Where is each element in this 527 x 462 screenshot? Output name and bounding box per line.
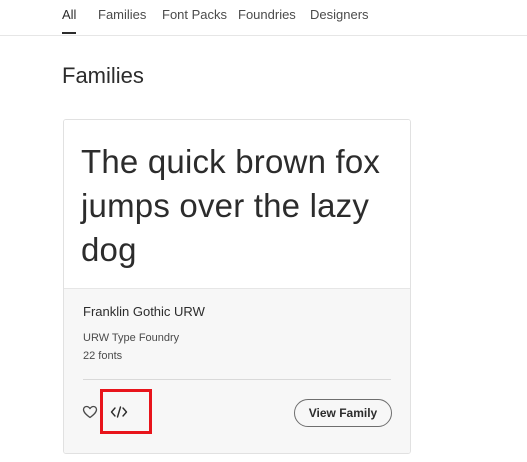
- active-tab-indicator: [62, 32, 76, 34]
- tab-foundries[interactable]: Foundries: [238, 7, 296, 22]
- tab-families[interactable]: Families: [98, 7, 146, 22]
- preview-sample-text: The quick brown fox jumps over the lazy …: [81, 143, 381, 268]
- font-preview[interactable]: The quick brown fox jumps over the lazy …: [64, 120, 410, 288]
- font-count: 22 fonts: [83, 350, 123, 362]
- view-family-button[interactable]: View Family: [294, 399, 392, 427]
- family-info: Franklin Gothic URW URW Type Foundry 22 …: [64, 288, 410, 453]
- family-name[interactable]: Franklin Gothic URW: [83, 304, 205, 319]
- tab-designers[interactable]: Designers: [310, 7, 369, 22]
- divider: [83, 379, 391, 380]
- heart-icon[interactable]: [82, 404, 98, 420]
- category-tabs: All Families Font Packs Foundries Design…: [0, 0, 527, 36]
- fonts-browse-page: All Families Font Packs Foundries Design…: [0, 0, 527, 462]
- tab-font-packs[interactable]: Font Packs: [162, 7, 227, 22]
- code-icon[interactable]: [110, 404, 128, 420]
- tab-all[interactable]: All: [62, 7, 76, 22]
- font-family-card[interactable]: The quick brown fox jumps over the lazy …: [63, 119, 411, 454]
- section-title: Families: [62, 63, 144, 88]
- foundry-name[interactable]: URW Type Foundry: [83, 332, 179, 344]
